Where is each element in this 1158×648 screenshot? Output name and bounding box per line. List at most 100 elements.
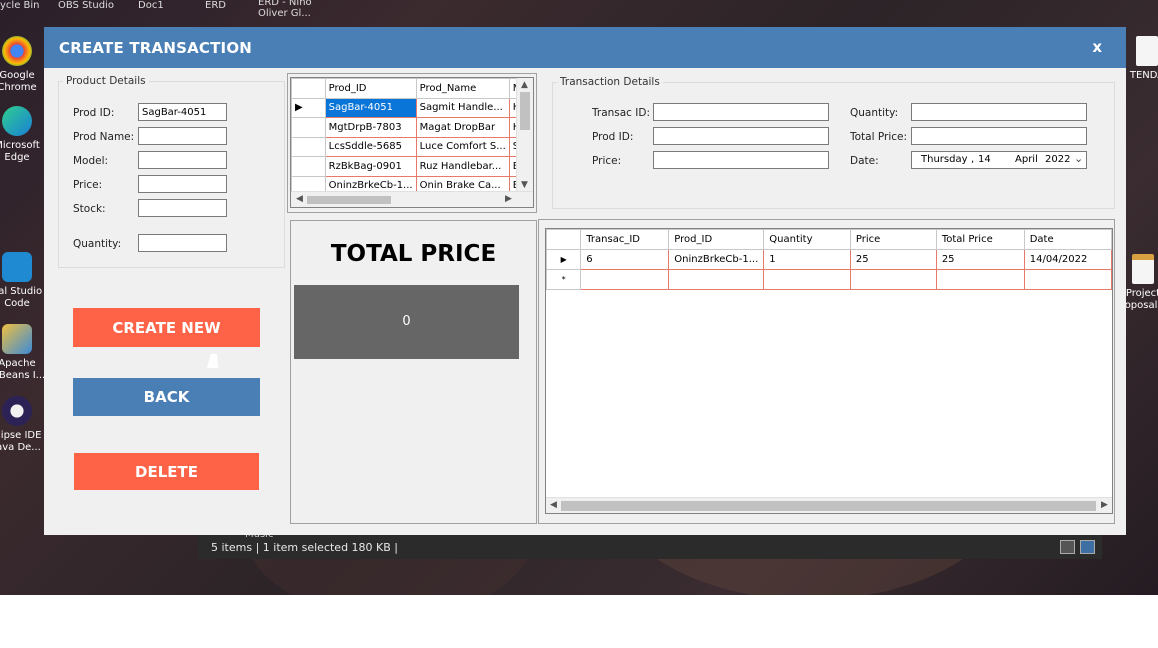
column-header[interactable]: Prod_ID: [668, 229, 765, 250]
desktop-label-recycle-bin[interactable]: ycle Bin: [0, 0, 40, 11]
table-cell[interactable]: 25: [935, 249, 1025, 270]
price-field[interactable]: [138, 175, 227, 193]
table-row[interactable]: ▶ SagBar-4051 Sagmit Handle... Hc: [291, 97, 533, 118]
table-header-row: Prod_ID Prod_Name M: [291, 78, 533, 99]
table-cell[interactable]: [849, 269, 937, 290]
table-cell[interactable]: Sagmit Handle...: [415, 97, 510, 118]
scroll-down-icon[interactable]: ▼: [521, 180, 528, 190]
table-cell[interactable]: [935, 269, 1025, 290]
column-header[interactable]: Quantity: [763, 229, 851, 250]
table-cell[interactable]: SagBar-4051: [324, 97, 417, 118]
table-cell[interactable]: [580, 269, 670, 290]
row-header-corner: [291, 78, 326, 99]
desktop-icon-eclipse[interactable]: clipse IDE Java De...: [0, 396, 48, 454]
table-cell[interactable]: Ruz Handlebar...: [415, 156, 510, 177]
desktop-label-doc1[interactable]: Doc1: [138, 0, 164, 11]
desktop-label-erd-nino[interactable]: ERD - Nino Oliver Gl...: [258, 0, 318, 19]
create-new-button[interactable]: CREATE NEW: [73, 308, 260, 347]
desktop-icon-netbeans[interactable]: Apache etBeans I...: [0, 324, 48, 382]
row-marker: [291, 136, 326, 157]
table-cell[interactable]: LcsSddle-5685: [324, 136, 417, 157]
total-price-label: Total Price:: [850, 131, 908, 143]
document-icon: [1132, 254, 1154, 284]
prod-id-field[interactable]: [138, 103, 227, 121]
column-header[interactable]: Transac_ID: [580, 229, 670, 250]
quantity-field[interactable]: [138, 234, 227, 252]
table-cell[interactable]: OninzBrkeCb-1...: [668, 249, 765, 270]
table-row-new[interactable]: *: [546, 269, 1112, 290]
details-view-icon[interactable]: [1060, 540, 1075, 554]
transaction-grid[interactable]: Transac_ID Prod_ID Quantity Price Total …: [545, 228, 1113, 514]
table-cell[interactable]: RzBkBag-0901: [324, 156, 417, 177]
document-icon: [1136, 36, 1158, 66]
table-cell[interactable]: Luce Comfort S...: [415, 136, 510, 157]
date-year: 2022: [1045, 154, 1071, 165]
scroll-thumb[interactable]: [520, 92, 530, 130]
table-row[interactable]: LcsSddle-5685 Luce Comfort S... Sc: [291, 136, 533, 157]
date-label: Date:: [850, 155, 879, 167]
prod-name-label: Prod Name:: [73, 131, 135, 143]
desktop-label-obs[interactable]: OBS Studio: [58, 0, 114, 11]
transac-prod-id-field[interactable]: [653, 127, 829, 145]
total-price-title: TOTAL PRICE: [330, 241, 497, 267]
column-header[interactable]: Prod_Name: [415, 78, 510, 99]
create-transaction-window: CREATE TRANSACTION x Product Details Pro…: [44, 27, 1126, 535]
vertical-scrollbar[interactable]: ▲ ▼: [516, 78, 533, 192]
scroll-thumb[interactable]: [307, 196, 391, 204]
column-header[interactable]: Prod_ID: [324, 78, 417, 99]
desktop-icon-label: ual Studio Code: [0, 286, 43, 309]
column-header[interactable]: Price: [849, 229, 937, 250]
scroll-right-icon[interactable]: ▶: [1101, 500, 1108, 510]
desktop-label-erd[interactable]: ERD: [205, 0, 226, 11]
table-row[interactable]: ▶ 6 OninzBrkeCb-1... 1 25 25 14/04/2022: [546, 249, 1112, 270]
table-cell[interactable]: [1023, 269, 1112, 290]
horizontal-scrollbar[interactable]: ◀ ▶: [291, 191, 533, 207]
scroll-thumb[interactable]: [561, 501, 1096, 511]
desktop-icon-label: clipse IDE Java De...: [0, 430, 42, 453]
desktop-icon-vscode[interactable]: ual Studio Code: [0, 252, 48, 310]
date-picker[interactable]: Thursday , 14 April 2022 ⌄: [911, 151, 1087, 169]
row-header-corner: [546, 229, 582, 250]
prod-name-field[interactable]: [138, 127, 227, 145]
desktop: ycle Bin OBS Studio Doc1 ERD ERD - Nino …: [0, 0, 1158, 595]
scroll-left-icon[interactable]: ◀: [296, 194, 303, 204]
close-button[interactable]: x: [1092, 38, 1102, 56]
table-cell[interactable]: 25: [849, 249, 937, 270]
column-header[interactable]: Total Price: [935, 229, 1025, 250]
table-row[interactable]: RzBkBag-0901 Ruz Handlebar... Bc: [291, 156, 533, 177]
table-cell[interactable]: [668, 269, 765, 290]
scroll-right-icon[interactable]: ▶: [505, 194, 512, 204]
table-cell[interactable]: [763, 269, 851, 290]
chevron-down-icon[interactable]: ⌄: [1074, 152, 1083, 165]
title-bar[interactable]: CREATE TRANSACTION x: [44, 27, 1126, 68]
table-cell[interactable]: Magat DropBar: [415, 117, 510, 138]
transac-price-field[interactable]: [653, 151, 829, 169]
back-button[interactable]: BACK: [73, 378, 260, 416]
row-marker: [291, 156, 326, 177]
horizontal-scrollbar[interactable]: ◀ ▶: [546, 497, 1112, 513]
table-cell[interactable]: MgtDrpB-7803: [324, 117, 417, 138]
desktop-icon-chrome[interactable]: Google Chrome: [0, 36, 48, 94]
table-row[interactable]: MgtDrpB-7803 Magat DropBar Hc: [291, 117, 533, 138]
product-grid[interactable]: Prod_ID Prod_Name M ▶ SagBar-4051 Sagmit…: [290, 77, 534, 208]
scroll-up-icon[interactable]: ▲: [521, 80, 528, 90]
large-icons-view-icon[interactable]: [1080, 540, 1095, 554]
desktop-icon-edge[interactable]: Microsoft Edge: [0, 106, 48, 164]
scroll-left-icon[interactable]: ◀: [550, 500, 557, 510]
date-day: Thursday: [921, 154, 968, 165]
transac-total-price-field[interactable]: [911, 127, 1087, 145]
transac-id-field[interactable]: [653, 103, 829, 121]
desktop-icon-label: Google Chrome: [0, 70, 37, 93]
model-field[interactable]: [138, 151, 227, 169]
transac-quantity-field[interactable]: [911, 103, 1087, 121]
total-price-panel: TOTAL PRICE 0: [290, 220, 537, 524]
table-cell[interactable]: 14/04/2022: [1023, 249, 1112, 270]
delete-button[interactable]: DELETE: [74, 453, 259, 490]
table-cell[interactable]: 6: [580, 249, 670, 270]
stock-field[interactable]: [138, 199, 227, 217]
column-header[interactable]: Date: [1023, 229, 1112, 250]
price-label: Price:: [592, 155, 622, 167]
transaction-details-legend: Transaction Details: [560, 76, 660, 88]
date-number: 14: [978, 154, 991, 165]
table-cell[interactable]: 1: [763, 249, 851, 270]
